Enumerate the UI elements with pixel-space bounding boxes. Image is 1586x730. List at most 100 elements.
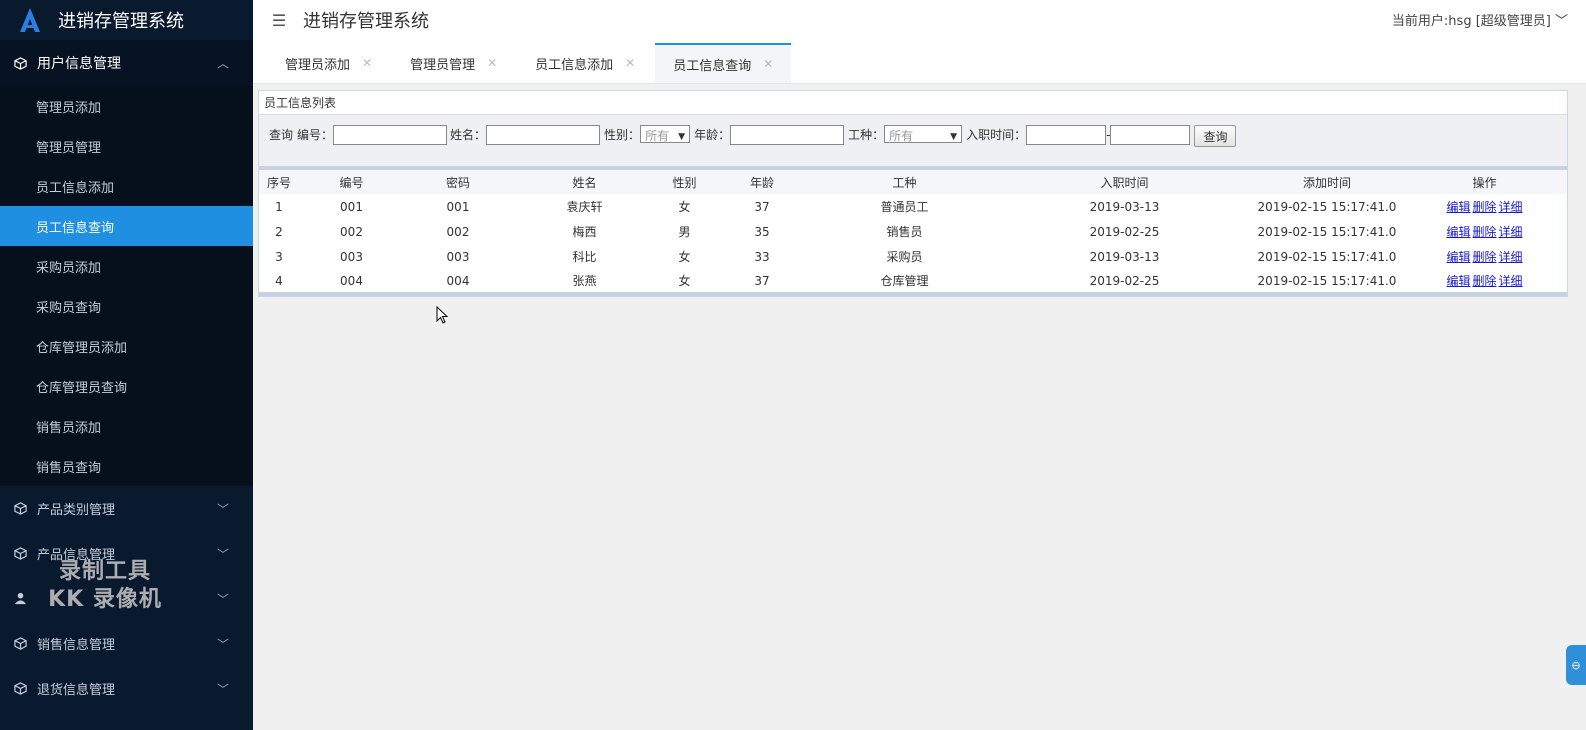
- job-label: 工种：: [848, 128, 885, 142]
- watermark-line2: KK 录像机: [48, 587, 162, 612]
- sidebar-item-admin-manage[interactable]: 管理员管理: [0, 126, 253, 166]
- tab-admin-manage[interactable]: 管理员管理 ✕: [392, 43, 515, 83]
- tab-label: 员工信息查询: [673, 58, 752, 74]
- floating-widget-icon[interactable]: ⊖: [1566, 645, 1586, 685]
- sidebar-item-employee-add[interactable]: 员工信息添加: [0, 166, 253, 206]
- sidebar-submenu: 管理员添加 管理员管理 员工信息添加 员工信息查询 采购员添加 采购员查询 仓库…: [0, 86, 253, 486]
- detail-link[interactable]: 详细: [1499, 200, 1523, 214]
- tab-bar: 管理员添加 ✕ 管理员管理 ✕ 员工信息添加 ✕ 员工信息查询 ✕: [253, 40, 1586, 84]
- sidebar-item-label: 管理员添加: [36, 100, 102, 116]
- job-select[interactable]: 所有 ▼: [884, 125, 963, 143]
- edit-link[interactable]: 编辑: [1446, 250, 1470, 264]
- id-label: 编号：: [297, 128, 334, 142]
- table-cell: 1: [259, 194, 299, 219]
- chevron-down-icon: ﹀: [216, 592, 229, 606]
- sidebar-item-label: 采购员查询: [36, 300, 102, 316]
- sidebar-item-seller-query[interactable]: 销售员查询: [0, 446, 253, 486]
- sidebar-item-label: 员工信息添加: [36, 180, 115, 196]
- current-user-menu[interactable]: 当前用户:hsg [超级管理员] ﹀: [1392, 10, 1568, 29]
- delete-link[interactable]: 删除: [1472, 250, 1496, 264]
- sidebar-item-warehouse-admin-add[interactable]: 仓库管理员添加: [0, 326, 253, 366]
- tab-employee-query[interactable]: 员工信息查询 ✕: [655, 43, 792, 83]
- sidebar-item-label: 采购员添加: [36, 260, 102, 276]
- close-icon[interactable]: ✕: [362, 56, 372, 70]
- table-cell: 2019-03-13: [997, 194, 1252, 219]
- sidebar-item-seller-add[interactable]: 销售员添加: [0, 406, 253, 446]
- table-cell: 3: [259, 244, 299, 269]
- hire-date-to-input[interactable]: [1110, 125, 1191, 145]
- table-cell: 张燕: [512, 269, 657, 296]
- table-cell: 2019-02-15 15:17:41.0: [1252, 244, 1402, 269]
- menu-toggle-icon[interactable]: ☰: [269, 10, 289, 30]
- sidebar-item-buyer-query[interactable]: 采购员查询: [0, 286, 253, 326]
- sidebar-group-product-category[interactable]: 产品类别管理 ﹀: [0, 486, 253, 531]
- table-cell: 002: [404, 219, 512, 244]
- delete-link[interactable]: 删除: [1472, 200, 1496, 214]
- delete-link[interactable]: 删除: [1472, 274, 1496, 288]
- detail-link[interactable]: 详细: [1499, 225, 1523, 239]
- sidebar-item-label: 仓库管理员查询: [36, 380, 128, 396]
- detail-link[interactable]: 详细: [1499, 250, 1523, 264]
- edit-link[interactable]: 编辑: [1446, 200, 1470, 214]
- query-button[interactable]: 查询: [1194, 125, 1237, 147]
- tab-employee-add[interactable]: 员工信息添加 ✕: [517, 43, 653, 83]
- detail-link[interactable]: 详细: [1499, 274, 1523, 288]
- gender-select-value: 所有: [645, 129, 670, 143]
- table-cell: 2019-02-15 15:17:41.0: [1252, 194, 1402, 219]
- table-cell: 4: [259, 269, 299, 296]
- chevron-down-icon: ﹀: [216, 502, 229, 516]
- table-cell: 梅西: [512, 219, 657, 244]
- sidebar-group-user-info[interactable]: 用户信息管理 ︿: [0, 40, 253, 86]
- table-row: 4 004 004 张燕女 37 仓库管理 2019-02-25 2019-02-15 15:…: [259, 269, 1567, 296]
- column-header: 添加时间: [1252, 170, 1402, 194]
- sidebar-group-sales-info[interactable]: 销售信息管理 ﹀: [0, 621, 253, 666]
- top-header: ☰ 进销存管理系统 当前用户:hsg [超级管理员] ﹀: [253, 0, 1586, 40]
- cube-icon: [13, 547, 27, 561]
- table-cell: 2: [259, 219, 299, 244]
- sidebar-item-admin-add[interactable]: 管理员添加: [0, 86, 253, 126]
- sidebar-group-label: 销售信息管理: [37, 638, 116, 653]
- table-cell: 37: [712, 269, 812, 296]
- name-input[interactable]: [486, 125, 601, 145]
- hire-date-label: 入职时间：: [966, 128, 1027, 142]
- table-cell: 男: [657, 219, 712, 244]
- user-icon: [13, 592, 27, 606]
- watermark-line1: 录制工具: [58, 559, 151, 584]
- table-cell: 2019-02-15 15:17:41.0: [1252, 269, 1402, 296]
- table-row: 1 001 001 袁庆轩女 37 普通员工 2019-03-13 2019-02-15 15…: [259, 194, 1567, 219]
- column-header: 编号: [299, 170, 404, 194]
- gender-select[interactable]: 所有 ▼: [640, 125, 691, 143]
- sidebar-item-employee-query[interactable]: 员工信息查询: [0, 206, 253, 246]
- edit-link[interactable]: 编辑: [1446, 274, 1470, 288]
- table-cell: 仓库管理: [812, 269, 997, 296]
- age-input[interactable]: [730, 125, 845, 145]
- id-input[interactable]: [333, 125, 448, 145]
- brand: 进销存管理系统: [0, 0, 253, 40]
- table-cell: 001: [404, 194, 512, 219]
- cube-icon: [13, 502, 27, 516]
- close-icon[interactable]: ✕: [625, 56, 635, 70]
- close-icon[interactable]: ✕: [487, 56, 497, 70]
- sidebar-item-label: 销售员查询: [36, 460, 102, 476]
- chevron-down-icon: ﹀: [216, 547, 229, 561]
- page-title: 进销存管理系统: [303, 11, 429, 32]
- hire-date-from-input[interactable]: [1026, 125, 1107, 145]
- column-header: 姓名: [512, 170, 657, 194]
- sidebar-item-buyer-add[interactable]: 采购员添加: [0, 246, 253, 286]
- table-cell: 002: [299, 219, 404, 244]
- sidebar-item-label: 仓库管理员添加: [36, 340, 128, 356]
- sidebar-item-label: 销售员添加: [36, 420, 102, 436]
- table-cell: 女: [657, 269, 712, 296]
- row-actions: 编辑 删除 详细: [1402, 269, 1567, 296]
- edit-link[interactable]: 编辑: [1446, 225, 1470, 239]
- table-cell: 袁庆轩: [512, 194, 657, 219]
- sidebar-group-return-info[interactable]: 退货信息管理 ﹀: [0, 666, 253, 711]
- delete-link[interactable]: 删除: [1472, 225, 1496, 239]
- chevron-up-icon: ︿: [216, 56, 229, 71]
- cube-icon: [13, 682, 27, 696]
- tab-admin-add[interactable]: 管理员添加 ✕: [267, 43, 390, 83]
- close-icon[interactable]: ✕: [763, 57, 773, 71]
- table-row: 2 002 002 梅西男 35 销售员 2019-02-25 2019-02-15 15:1…: [259, 219, 1567, 244]
- sidebar-item-warehouse-admin-query[interactable]: 仓库管理员查询: [0, 366, 253, 406]
- table-header-row: 序号 编号 密码 姓名 性别 年龄 工种 入职时间 添加时间 操作: [259, 170, 1567, 194]
